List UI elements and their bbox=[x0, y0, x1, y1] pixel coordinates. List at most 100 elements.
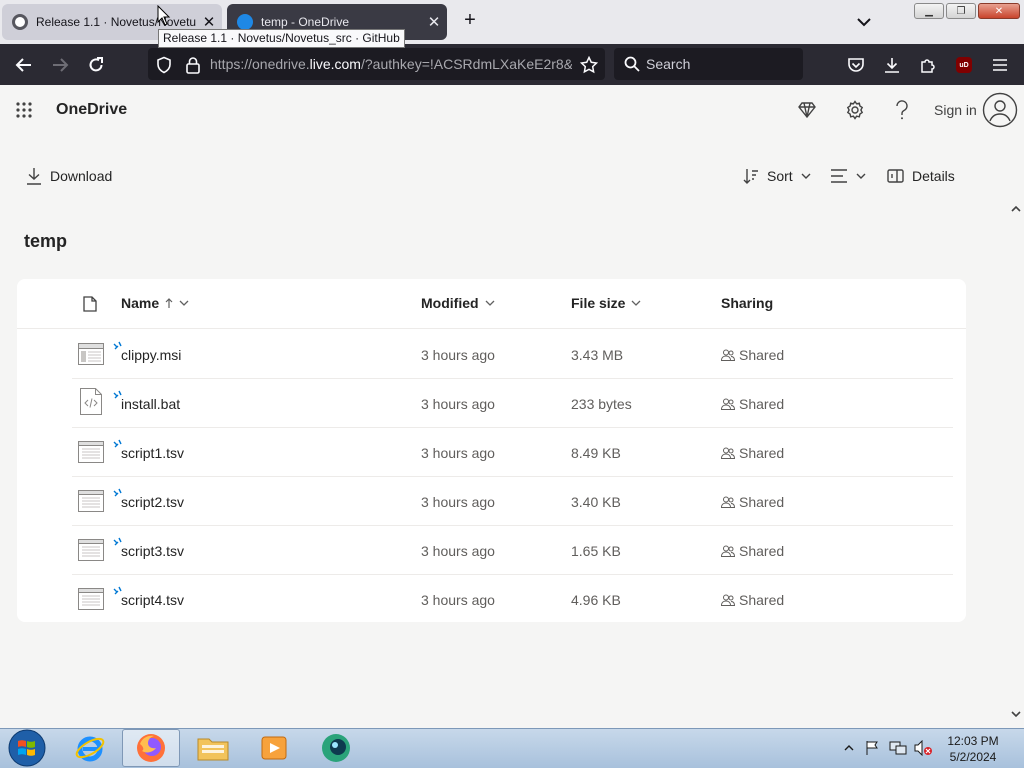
sign-in-link[interactable]: Sign in bbox=[934, 102, 977, 118]
view-options-button[interactable] bbox=[830, 166, 866, 186]
details-pane-icon bbox=[887, 169, 904, 183]
scroll-up-icon[interactable] bbox=[1009, 203, 1023, 215]
spreadsheet-file-icon bbox=[78, 490, 104, 512]
column-header-name[interactable]: Name bbox=[121, 295, 189, 311]
file-size: 233 bytes bbox=[571, 396, 632, 412]
app-menu-button[interactable] bbox=[987, 52, 1013, 78]
people-icon bbox=[721, 545, 735, 557]
pocket-button[interactable] bbox=[843, 52, 869, 78]
url-host: live.com bbox=[309, 56, 361, 72]
downloads-button[interactable] bbox=[879, 52, 905, 78]
sharing-label: Shared bbox=[739, 396, 785, 412]
speaker-muted-icon bbox=[914, 740, 932, 756]
search-bar[interactable] bbox=[614, 48, 803, 80]
file-name[interactable]: script2.tsv bbox=[121, 494, 184, 510]
sort-button[interactable]: Sort bbox=[743, 166, 811, 186]
ublock-extension-button[interactable]: uD bbox=[951, 52, 977, 78]
start-button[interactable] bbox=[2, 729, 52, 767]
details-button[interactable]: Details bbox=[887, 166, 955, 186]
taskbar-media-player[interactable] bbox=[246, 729, 302, 767]
new-tab-button[interactable]: + bbox=[458, 9, 482, 35]
file-row[interactable]: clippy.msi 3 hours ago 3.43 MB Shared bbox=[0, 330, 1024, 379]
reload-icon bbox=[89, 57, 103, 72]
folder-title: temp bbox=[24, 231, 68, 251]
file-name[interactable]: script3.tsv bbox=[121, 543, 184, 559]
chevron-down-icon bbox=[632, 300, 641, 306]
file-size: 1.65 KB bbox=[571, 543, 621, 559]
url-text[interactable]: https://onedrive.live.com/?authkey=!ACSR… bbox=[210, 55, 572, 73]
file-name[interactable]: script4.tsv bbox=[121, 592, 184, 608]
restore-button[interactable]: ❐ bbox=[946, 3, 976, 19]
download-button[interactable]: Download bbox=[26, 166, 112, 186]
chevron-down-icon bbox=[856, 173, 866, 179]
sharing-label: Shared bbox=[739, 347, 785, 363]
taskbar-firefox[interactable] bbox=[122, 729, 180, 767]
sort-ascending-icon bbox=[165, 297, 173, 308]
file-modified: 3 hours ago bbox=[421, 543, 495, 559]
people-icon bbox=[721, 594, 735, 606]
help-button[interactable] bbox=[890, 98, 914, 122]
file-row[interactable]: script2.tsv 3 hours ago 3.40 KB Shared bbox=[0, 477, 1024, 526]
sharing-status: Shared bbox=[721, 445, 784, 461]
app-launcher-button[interactable] bbox=[12, 98, 36, 122]
system-clock[interactable]: 12:03 PM 5/2/2024 bbox=[936, 733, 1010, 765]
github-icon bbox=[12, 14, 28, 30]
extensions-button[interactable] bbox=[915, 52, 941, 78]
column-header-file-size[interactable]: File size bbox=[571, 295, 641, 311]
bookmark-star-button[interactable] bbox=[576, 52, 602, 78]
forward-button[interactable] bbox=[47, 52, 73, 78]
minimize-button[interactable]: ▁ bbox=[914, 3, 944, 19]
waffle-icon bbox=[16, 102, 32, 118]
search-placeholder: Search bbox=[646, 56, 691, 72]
spreadsheet-file-icon bbox=[78, 539, 104, 561]
taskbar-internet-explorer[interactable] bbox=[62, 729, 118, 767]
taskbar-file-explorer[interactable] bbox=[184, 729, 242, 767]
file-row[interactable]: install.bat 3 hours ago 233 bytes Shared bbox=[0, 379, 1024, 428]
file-type-header-icon bbox=[83, 296, 97, 312]
file-row[interactable]: script4.tsv 3 hours ago 4.96 KB Shared bbox=[0, 575, 1024, 624]
reload-button[interactable] bbox=[83, 52, 109, 78]
lock-icon[interactable] bbox=[180, 52, 206, 78]
search-icon bbox=[624, 56, 640, 72]
file-row[interactable]: script3.tsv 3 hours ago 1.65 KB Shared bbox=[0, 526, 1024, 575]
chat-app-icon bbox=[322, 734, 350, 762]
arrow-left-icon bbox=[15, 58, 31, 72]
mouse-cursor-icon bbox=[157, 5, 171, 26]
taskbar-app-green[interactable] bbox=[308, 729, 364, 767]
file-modified: 3 hours ago bbox=[421, 592, 495, 608]
file-size: 8.49 KB bbox=[571, 445, 621, 461]
file-row[interactable]: script1.tsv 3 hours ago 8.49 KB Shared bbox=[0, 428, 1024, 477]
list-all-tabs-button[interactable] bbox=[852, 10, 876, 34]
firefox-icon bbox=[137, 734, 165, 762]
chevron-down-icon bbox=[801, 173, 811, 179]
tab-close-icon[interactable]: ✕ bbox=[421, 13, 447, 31]
spreadsheet-file-icon bbox=[78, 441, 104, 463]
star-icon bbox=[580, 56, 598, 74]
file-size: 3.43 MB bbox=[571, 347, 624, 363]
file-size: 3.40 KB bbox=[571, 494, 621, 510]
scroll-down-icon[interactable] bbox=[1009, 708, 1023, 720]
account-avatar-button[interactable] bbox=[982, 92, 1018, 128]
column-header-modified[interactable]: Modified bbox=[421, 295, 495, 311]
clock-time: 12:03 PM bbox=[947, 734, 999, 748]
clock-date: 5/2/2024 bbox=[949, 750, 997, 764]
pocket-icon bbox=[848, 58, 864, 72]
show-hidden-icons-button[interactable] bbox=[844, 736, 854, 760]
column-header-sharing[interactable]: Sharing bbox=[721, 295, 773, 311]
network-button[interactable] bbox=[889, 736, 907, 760]
action-center-button[interactable] bbox=[865, 736, 881, 760]
premium-button[interactable] bbox=[795, 98, 819, 122]
sharing-label: Shared bbox=[739, 445, 785, 461]
close-window-button[interactable]: ✕ bbox=[978, 3, 1020, 19]
sharing-status: Shared bbox=[721, 396, 784, 412]
volume-button[interactable] bbox=[913, 736, 933, 760]
column-sharing-label: Sharing bbox=[721, 295, 774, 311]
file-name[interactable]: install.bat bbox=[121, 396, 180, 412]
onedrive-brand[interactable]: OneDrive bbox=[56, 101, 127, 119]
sharing-label: Shared bbox=[739, 494, 785, 510]
file-name[interactable]: clippy.msi bbox=[121, 347, 181, 363]
tracking-protection-icon[interactable] bbox=[151, 52, 177, 78]
file-name[interactable]: script1.tsv bbox=[121, 445, 184, 461]
back-button[interactable] bbox=[11, 52, 37, 78]
settings-button[interactable] bbox=[843, 98, 867, 122]
